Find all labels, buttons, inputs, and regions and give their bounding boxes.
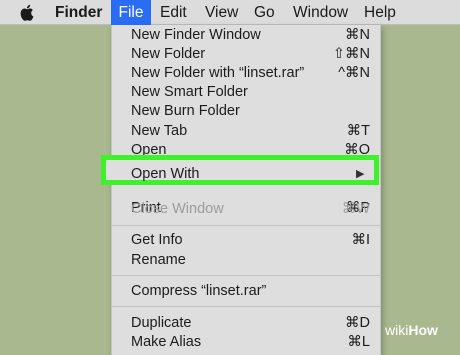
menu-item-shortcut: ⇧⌘N	[332, 46, 370, 62]
menu-item-compress[interactable]: Compress “linset.rar”	[112, 282, 380, 301]
menu-item-new-tab[interactable]: New Tab ⌘T	[112, 122, 380, 141]
menu-item-label: Get Info	[131, 232, 183, 248]
menu-edit[interactable]: Edit	[160, 0, 187, 25]
file-dropdown-menu: New Finder Window ⌘N New Folder ⇧⌘N New …	[111, 25, 381, 355]
watermark-how: How	[408, 322, 438, 338]
menu-separator	[112, 225, 380, 226]
menu-item-new-burn-folder[interactable]: New Burn Folder	[112, 102, 380, 121]
watermark-wiki: wiki	[385, 322, 409, 338]
menu-item-label: New Smart Folder	[131, 84, 248, 100]
menu-finder[interactable]: Finder	[55, 0, 102, 25]
menu-item-new-folder[interactable]: New Folder ⇧⌘N	[112, 45, 380, 64]
menu-separator	[112, 275, 380, 276]
menu-item-shortcut: ⌘L	[347, 334, 370, 350]
menu-item-new-finder-window[interactable]: New Finder Window ⌘N	[112, 26, 380, 45]
wikihow-watermark: wikiHow	[385, 322, 438, 338]
menu-item-label: New Tab	[131, 123, 188, 139]
menu-item-shortcut: ⌘I	[351, 232, 370, 248]
menu-file[interactable]: File	[111, 0, 151, 25]
menu-window[interactable]: Window	[293, 0, 348, 25]
menu-item-shortcut: ⌘T	[346, 123, 370, 139]
menu-item-rename[interactable]: Rename	[112, 251, 380, 270]
menu-view[interactable]: View	[205, 0, 238, 25]
menu-item-label: Open With	[131, 166, 200, 182]
menu-item-get-info[interactable]: Get Info ⌘I	[112, 231, 380, 250]
menu-item-make-alias[interactable]: Make Alias ⌘L	[112, 333, 380, 352]
menu-item-label: New Folder with “linset.rar”	[131, 65, 305, 81]
menu-item-label: Duplicate	[131, 315, 192, 331]
apple-icon[interactable]	[20, 0, 38, 25]
menu-separator	[112, 306, 380, 307]
menu-item-close-window: Close Window ⌘W	[112, 200, 380, 219]
menu-item-label: New Folder	[131, 46, 206, 62]
menu-go[interactable]: Go	[254, 0, 275, 25]
menu-help[interactable]: Help	[364, 0, 396, 25]
menu-item-label: Make Alias	[131, 334, 202, 350]
menu-item-label: Compress “linset.rar”	[131, 283, 267, 299]
menu-item-label: New Finder Window	[131, 27, 261, 43]
menu-item-shortcut: ⌘D	[345, 315, 370, 331]
menu-item-label: New Burn Folder	[131, 103, 240, 119]
menu-item-shortcut: ⌘W	[341, 201, 370, 217]
menu-bar: Finder File Edit View Go Window Help	[0, 0, 460, 25]
submenu-arrow-icon: ▶	[356, 168, 365, 180]
menu-item-new-folder-with-selection[interactable]: New Folder with “linset.rar” ^⌘N	[112, 64, 380, 83]
menu-item-open-with[interactable]: Open With ▶	[101, 155, 379, 185]
menu-item-new-smart-folder[interactable]: New Smart Folder	[112, 83, 380, 102]
menu-item-duplicate[interactable]: Duplicate ⌘D	[112, 314, 380, 333]
menu-item-label: Close Window	[131, 201, 224, 217]
menu-item-shortcut: ^⌘N	[338, 65, 370, 81]
menu-item-shortcut: ⌘N	[345, 27, 370, 43]
menu-item-label: Rename	[131, 252, 186, 268]
